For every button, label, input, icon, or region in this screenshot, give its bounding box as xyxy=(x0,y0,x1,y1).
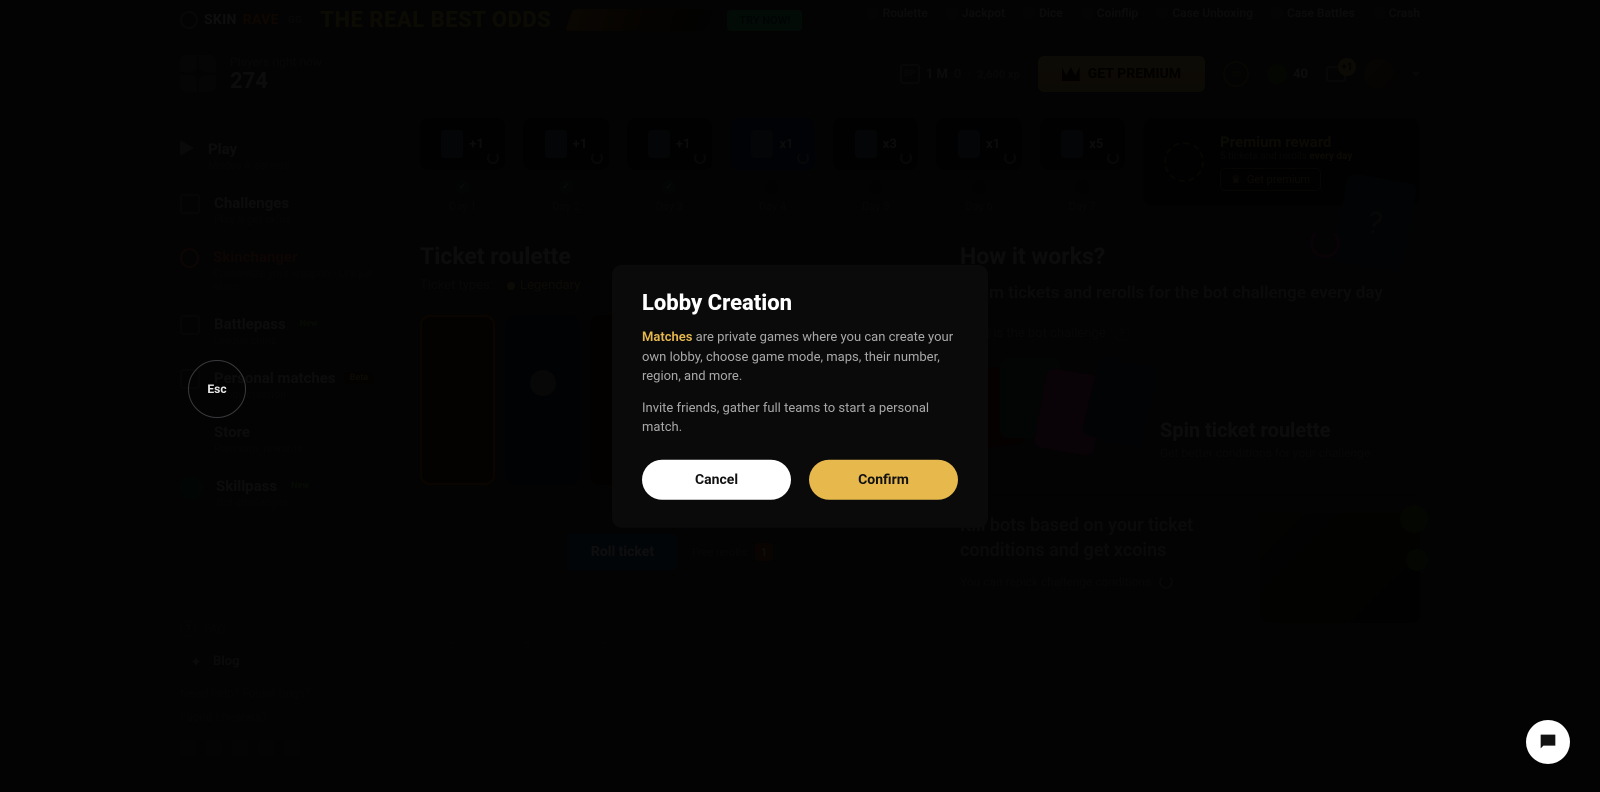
modal-body-1: Matches are private games where you can … xyxy=(642,328,958,387)
modal-title: Lobby Creation xyxy=(642,291,958,316)
confirm-button[interactable]: Confirm xyxy=(809,459,958,499)
lobby-creation-modal: Lobby Creation Matches are private games… xyxy=(612,265,988,528)
chat-support-button[interactable] xyxy=(1526,720,1570,764)
modal-body-2: Invite friends, gather full teams to sta… xyxy=(642,398,958,437)
cancel-button[interactable]: Cancel xyxy=(642,459,791,499)
chat-icon xyxy=(1537,731,1559,753)
esc-hint[interactable]: Esc xyxy=(188,360,246,418)
